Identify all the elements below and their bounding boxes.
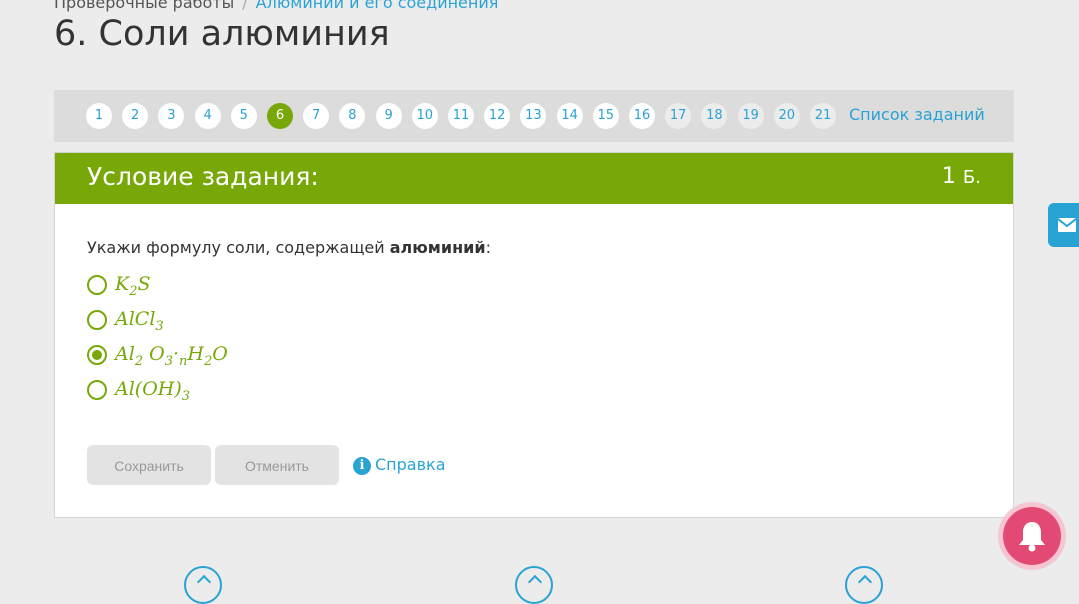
formula-label: AlCl3 <box>115 308 164 333</box>
cancel-button[interactable]: Отменить <box>215 445 339 485</box>
pager-item-4[interactable]: 4 <box>194 103 221 129</box>
pager-item-18[interactable]: 18 <box>701 103 728 129</box>
pager-item-21[interactable]: 21 <box>810 103 836 129</box>
info-icon: i <box>353 457 371 475</box>
task-list-link[interactable]: Список заданий <box>849 105 985 124</box>
pager-item-11[interactable]: 11 <box>448 103 474 129</box>
formula-text: O <box>143 343 165 365</box>
formula-text: Al <box>115 343 135 365</box>
task-header: Условие задания: 1 Б. <box>55 153 1013 204</box>
radio-button[interactable] <box>87 275 107 295</box>
save-button[interactable]: Сохранить <box>87 445 211 485</box>
page-title: 6. Соли алюминия <box>54 14 390 54</box>
task-points: 1 Б. <box>942 164 981 189</box>
radio-button[interactable] <box>87 345 107 365</box>
notification-bell-button[interactable] <box>1003 507 1061 565</box>
formula-text: K <box>115 273 130 295</box>
bottom-nav-left[interactable] <box>184 566 222 604</box>
bottom-nav-center[interactable] <box>515 566 553 604</box>
pager-item-2[interactable]: 2 <box>122 103 149 129</box>
pager-item-16[interactable]: 16 <box>629 103 655 129</box>
pager-item-10[interactable]: 10 <box>411 103 438 129</box>
breadcrumb-parent-link[interactable]: Проверочные работы <box>54 0 234 12</box>
formula-label: Al(OH)3 <box>115 378 190 403</box>
pager-item-5[interactable]: 5 <box>230 103 257 129</box>
pager-item-6[interactable]: 6 <box>267 103 293 129</box>
formula-subscript: 3 <box>155 319 164 334</box>
pager-item-20[interactable]: 20 <box>773 103 800 129</box>
breadcrumb: Проверочные работы / Алюминий и его соедин… <box>54 0 498 12</box>
formula-text: AlCl <box>115 308 156 330</box>
pager-item-1[interactable]: 1 <box>86 103 112 129</box>
formula-label: K2S <box>115 273 151 298</box>
help-label: Справка <box>375 455 446 474</box>
bottom-nav-right[interactable] <box>845 566 883 604</box>
pager-item-7[interactable]: 7 <box>303 103 330 129</box>
task-points-value: 1 <box>941 164 956 189</box>
bell-icon <box>1019 522 1045 552</box>
envelope-icon <box>1057 218 1077 232</box>
formula-text: S <box>137 273 151 295</box>
pager-item-15[interactable]: 15 <box>592 103 619 129</box>
pager-item-8[interactable]: 8 <box>339 103 366 129</box>
pager-item-3[interactable]: 3 <box>158 103 185 129</box>
radio-button[interactable] <box>87 310 107 330</box>
feedback-mail-tab[interactable] <box>1048 203 1079 247</box>
task-pager: 1 2 3 4 5 6 7 8 9 10 11 12 13 14 15 16 17 18 19 20 21 Список… <box>54 90 1014 142</box>
radio-button[interactable] <box>87 380 107 400</box>
formula-text: Al(OH) <box>115 378 182 400</box>
question-suffix: : <box>485 238 491 257</box>
formula-subscript: 3 <box>164 354 173 369</box>
pager-item-13[interactable]: 13 <box>520 103 547 129</box>
task-card: Условие задания: 1 Б. Укажи формулу соли… <box>54 152 1014 518</box>
pager-item-9[interactable]: 9 <box>375 103 402 129</box>
question-prefix: Укажи формулу соли, содержащей <box>87 238 390 257</box>
help-link[interactable]: i Справка <box>353 455 446 475</box>
formula-text: H <box>187 343 204 365</box>
pager-item-19[interactable]: 19 <box>737 103 764 129</box>
pager-item-12[interactable]: 12 <box>484 103 511 129</box>
pager-item-17[interactable]: 17 <box>665 103 692 129</box>
formula-subscript: 3 <box>181 389 191 404</box>
formula-text: O <box>212 343 228 365</box>
breadcrumb-separator: / <box>242 0 248 12</box>
question-keyword: алюминий <box>389 238 486 257</box>
question-text: Укажи формулу соли, содержащей алюминий: <box>87 238 491 257</box>
breadcrumb-current-link[interactable]: Алюминий и его соединения <box>256 0 499 12</box>
formula-subscript: 2 <box>134 354 144 369</box>
task-points-unit: Б. <box>962 167 981 188</box>
task-header-title: Условие задания: <box>87 162 319 191</box>
pager-item-14[interactable]: 14 <box>556 103 583 129</box>
formula-label: Al2 O3·nH2O <box>115 343 228 368</box>
